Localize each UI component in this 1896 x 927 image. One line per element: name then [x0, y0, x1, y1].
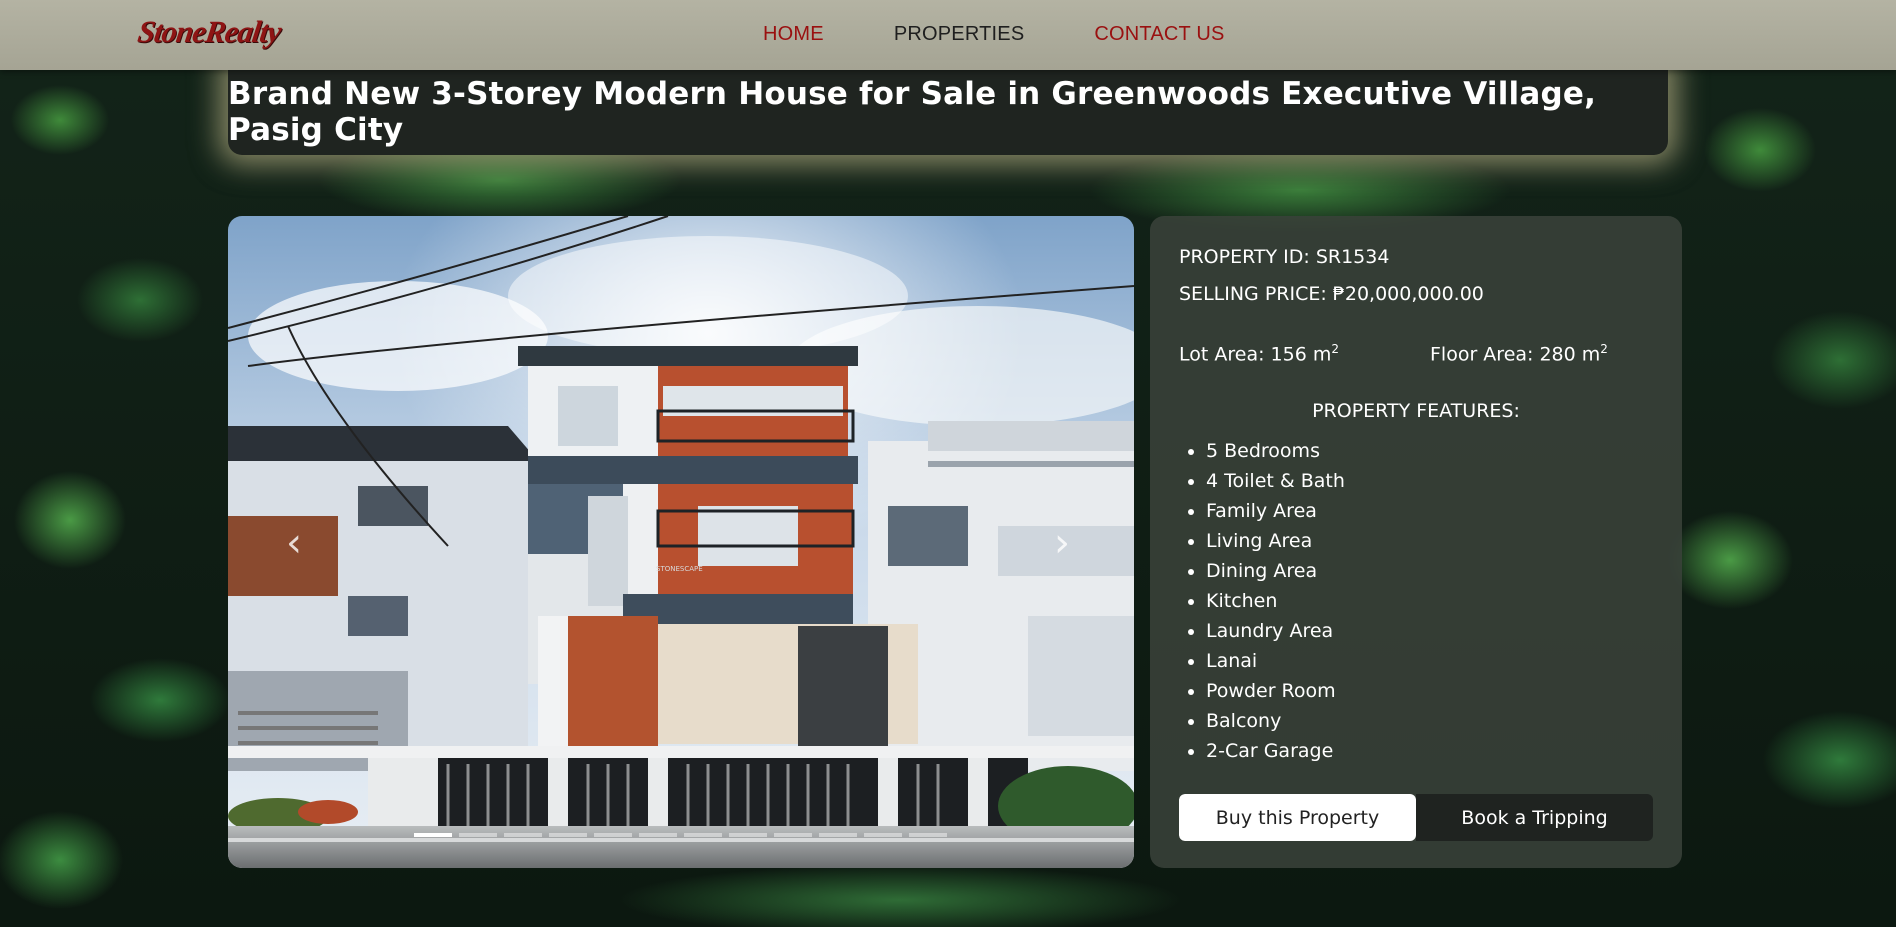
nav-link-home[interactable]: HOME	[763, 23, 824, 46]
carousel-indicator[interactable]	[909, 833, 947, 837]
feature-item: 2-Car Garage	[1206, 736, 1345, 766]
property-id: PROPERTY ID: SR1534	[1179, 246, 1390, 268]
feature-item: Powder Room	[1206, 676, 1345, 706]
chevron-right-icon[interactable]: ›	[1042, 518, 1082, 568]
stonescape-watermark: STONESCAPE	[656, 565, 703, 573]
property-info-panel: PROPERTY ID: SR1534 SELLING PRICE: ₱20,0…	[1150, 216, 1682, 868]
nav-link-properties[interactable]: PROPERTIES	[894, 23, 1025, 46]
carousel-indicator[interactable]	[639, 833, 677, 837]
lot-area-unit-superscript: 2	[1331, 342, 1339, 356]
nav-link-contact-us[interactable]: CONTACT US	[1094, 23, 1224, 46]
feature-item: Lanai	[1206, 646, 1345, 676]
stonerealty-logo[interactable]: StoneRealty	[135, 14, 283, 50]
feature-item: Kitchen	[1206, 586, 1345, 616]
lot-area-value: Lot Area: 156 m	[1179, 343, 1332, 366]
floor-area: Floor Area: 280 m2	[1430, 342, 1608, 365]
features-list: 5 Bedrooms 4 Toilet & Bath Family Area L…	[1206, 436, 1345, 766]
carousel-indicator[interactable]	[459, 833, 497, 837]
carousel-indicator[interactable]	[729, 833, 767, 837]
carousel-indicators	[414, 833, 947, 837]
chevron-left-icon[interactable]: ‹	[274, 518, 314, 568]
floor-area-unit-superscript: 2	[1600, 342, 1608, 356]
book-tripping-button[interactable]: Book a Tripping	[1416, 794, 1653, 841]
listing-title-bar: Brand New 3-Storey Modern House for Sale…	[228, 63, 1668, 155]
carousel-indicator[interactable]	[504, 833, 542, 837]
feature-item: 4 Toilet & Bath	[1206, 466, 1345, 496]
carousel-indicator[interactable]	[594, 833, 632, 837]
carousel-indicator[interactable]	[414, 833, 452, 837]
feature-item: Family Area	[1206, 496, 1345, 526]
property-photo-carousel[interactable]: STONESCAPE	[228, 216, 1134, 868]
nav-links: HOME PROPERTIES CONTACT US	[763, 23, 1225, 46]
listing-title: Brand New 3-Storey Modern House for Sale…	[228, 75, 1597, 148]
selling-price: SELLING PRICE: ₱20,000,000.00	[1179, 283, 1484, 305]
feature-item: Living Area	[1206, 526, 1345, 556]
action-buttons: Buy this Property Book a Tripping	[1179, 794, 1653, 841]
buy-property-button[interactable]: Buy this Property	[1179, 794, 1416, 841]
feature-item: Dining Area	[1206, 556, 1345, 586]
house-photo: STONESCAPE	[228, 216, 1134, 868]
features-title: PROPERTY FEATURES:	[1312, 400, 1520, 422]
carousel-indicator[interactable]	[819, 833, 857, 837]
feature-item: Laundry Area	[1206, 616, 1345, 646]
feature-item: Balcony	[1206, 706, 1345, 736]
floor-area-value: Floor Area: 280 m	[1430, 343, 1601, 366]
feature-item: 5 Bedrooms	[1206, 436, 1345, 466]
carousel-indicator[interactable]	[864, 833, 902, 837]
lot-area: Lot Area: 156 m2	[1179, 342, 1339, 365]
carousel-indicator[interactable]	[774, 833, 812, 837]
carousel-indicator[interactable]	[684, 833, 722, 837]
top-navbar: StoneRealty HOME PROPERTIES CONTACT US	[0, 0, 1896, 70]
carousel-indicator[interactable]	[549, 833, 587, 837]
